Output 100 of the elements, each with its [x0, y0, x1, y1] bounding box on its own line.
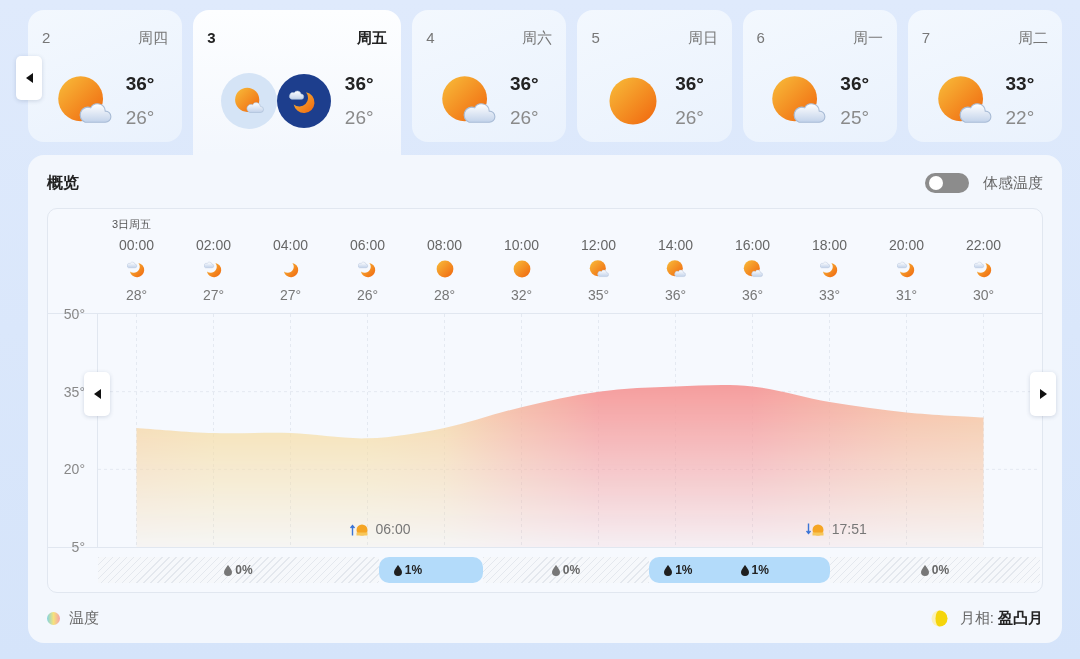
caret-left-icon: [25, 73, 33, 83]
weekday-label: 周六: [522, 28, 553, 48]
gradient-dot-icon: [47, 612, 60, 625]
raindrop-icon: [393, 564, 402, 576]
hour-time: 10:00: [503, 236, 539, 254]
sun-event-time: 06:00: [375, 521, 411, 537]
weekday-label: 周一: [852, 28, 883, 48]
day-number: 6: [756, 28, 765, 48]
sun-cloud-icon: [742, 259, 763, 279]
sun-cloud-icon: [665, 259, 686, 279]
day-number: 3: [207, 28, 216, 48]
moon-cloud-icon: [276, 74, 331, 128]
hour-temp: 31°: [895, 286, 918, 304]
legend-label: 温度: [69, 609, 99, 628]
day-number: 5: [591, 28, 600, 48]
day-card[interactable]: 3 周五 36° 26°: [193, 10, 402, 155]
weekday-label: 周四: [138, 28, 169, 48]
section-title: 概览: [47, 172, 79, 193]
high-temp: 36°: [840, 72, 870, 96]
hour-temp: 26°: [356, 286, 379, 304]
sun-up-arrow-icon: [349, 522, 368, 536]
day-card[interactable]: 7 周二 33° 22°: [907, 10, 1062, 142]
low-temp: 26°: [125, 106, 155, 130]
sun-cloud-icon: [220, 73, 277, 129]
hour-time: 00:00: [118, 236, 154, 254]
hour-temp: 36°: [664, 286, 687, 304]
low-temp: 25°: [840, 106, 870, 130]
hour-temp: 33°: [818, 286, 841, 304]
rain-chance-text: 0%: [931, 563, 950, 577]
hour-temp: 28°: [125, 286, 148, 304]
day-number: 4: [426, 28, 435, 48]
hour-time: 02:00: [195, 236, 231, 254]
low-temp: 26°: [509, 106, 539, 130]
raindrop-icon: [740, 564, 749, 576]
day-number: 7: [921, 28, 931, 48]
day-card[interactable]: 5 周日 36° 26°: [577, 10, 732, 142]
low-temp: 26°: [675, 106, 704, 130]
sun-icon: [434, 259, 455, 279]
caret-left-icon: [93, 389, 101, 399]
hour-temp: 28°: [433, 286, 456, 304]
low-temp: 26°: [344, 106, 374, 130]
feels-like-switch[interactable]: [925, 173, 969, 193]
rain-chance-text: 1%: [675, 563, 693, 577]
day-number: 2: [42, 28, 51, 48]
hour-time: 22:00: [965, 236, 1001, 254]
hour-temp: 30°: [972, 286, 995, 304]
low-temp: 22°: [1005, 106, 1035, 130]
raindrop-icon: [224, 564, 233, 576]
day-card[interactable]: 4 周六 36° 26°: [412, 10, 567, 142]
moon-icon: [930, 610, 948, 627]
rain-chance-text: 1%: [751, 563, 769, 577]
hour-time: 08:00: [426, 236, 462, 254]
moon-cloud-icon: [896, 259, 917, 279]
moon-phase-text: 月相: 盈凸月: [959, 609, 1043, 628]
axis-tick-label: 20°: [63, 461, 85, 478]
toggle-label: 体感温度: [983, 173, 1043, 193]
hour-time: 04:00: [272, 236, 308, 254]
hour-temp: 35°: [587, 286, 610, 304]
moon-cloud-icon: [357, 259, 378, 279]
high-temp: 36°: [344, 72, 374, 96]
moon-cloud-icon: [819, 259, 840, 279]
moon-cloud-icon: [973, 259, 994, 279]
hour-time: 12:00: [580, 236, 616, 254]
date-label: 3日周五: [112, 218, 152, 230]
rain-chance-text: 0%: [562, 563, 581, 577]
moon-cloud-icon: [126, 259, 147, 279]
sun-down-arrow-icon: [805, 522, 824, 536]
raindrop-icon: [920, 564, 929, 576]
hour-temp: 27°: [279, 286, 302, 304]
high-temp: 36°: [509, 72, 539, 96]
scroll-right-button[interactable]: [1030, 372, 1056, 416]
axis-tick-label: 5°: [71, 539, 85, 555]
weekday-label: 周五: [357, 28, 388, 48]
weekday-label: 周日: [687, 28, 718, 48]
rain-chance-text: 0%: [235, 563, 253, 577]
raindrop-icon: [551, 564, 560, 576]
hour-temp: 27°: [202, 286, 225, 304]
scroll-left-button[interactable]: [84, 372, 110, 416]
hour-time: 18:00: [811, 236, 847, 254]
sun-event-time: 17:51: [831, 521, 867, 537]
moon-cloud-icon: [203, 259, 224, 279]
raindrop-icon: [664, 564, 673, 576]
high-temp: 33°: [1005, 72, 1035, 96]
day-card[interactable]: 6 周一 36° 25°: [742, 10, 897, 142]
sun-cloud-icon: [588, 259, 609, 279]
sun-icon: [511, 259, 532, 279]
rain-chance-text: 1%: [404, 563, 423, 577]
axis-tick-label: 35°: [63, 383, 85, 400]
hour-time: 16:00: [734, 236, 770, 254]
weekday-label: 周二: [1018, 28, 1048, 48]
high-temp: 36°: [675, 72, 704, 96]
hour-time: 06:00: [349, 236, 385, 254]
caret-right-icon: [1039, 389, 1047, 399]
hour-temp: 32°: [510, 286, 533, 304]
previous-days-button[interactable]: [16, 56, 42, 100]
high-temp: 36°: [125, 72, 155, 96]
axis-tick-label: 50°: [63, 306, 85, 322]
day-card[interactable]: 2 周四 36° 26°: [28, 10, 183, 142]
hour-time: 20:00: [888, 236, 924, 254]
hour-temp: 36°: [741, 286, 764, 304]
